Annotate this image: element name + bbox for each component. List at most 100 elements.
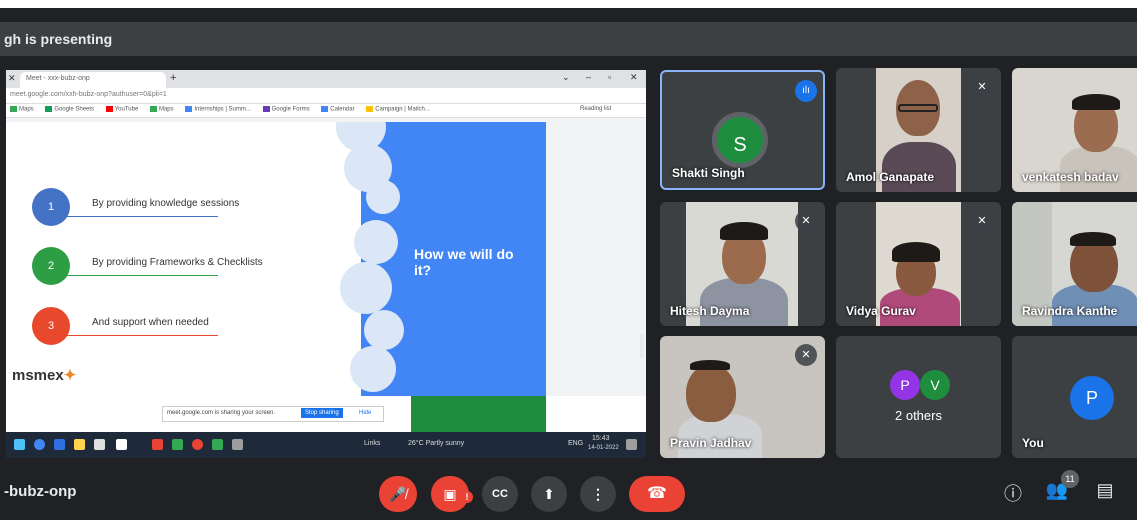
slide-bubble	[364, 310, 404, 350]
participant-name: Shakti Singh	[672, 166, 745, 180]
taskbar-app-icon[interactable]	[232, 439, 243, 450]
browser-tab-label: Meet - xxx-bubz-onp	[26, 75, 90, 82]
camera-off-icon: ▣	[443, 486, 457, 502]
info-icon[interactable]: ⓘ	[1000, 480, 1026, 506]
address-bar[interactable]: meet.google.com/xxh-bubz-onp?authuser=0&…	[6, 88, 646, 104]
person-body	[700, 278, 788, 326]
person-body	[882, 142, 956, 192]
end-call-button[interactable]: ☎	[629, 476, 685, 512]
participant-name: Pravin Jadhav	[670, 436, 752, 450]
more-options-button[interactable]: ⋮	[580, 476, 616, 512]
close-window-icon[interactable]: ✕	[630, 72, 638, 83]
item-number-2: 2	[32, 247, 70, 285]
slide-green-band	[411, 396, 546, 432]
person-hair	[690, 360, 730, 370]
others-tile[interactable]: P V 2 others	[836, 336, 1001, 458]
self-tile[interactable]: P You	[1012, 336, 1137, 458]
bookmark-item[interactable]: Maps	[149, 106, 174, 113]
present-button[interactable]: ⬆	[531, 476, 567, 512]
avatar: P	[1070, 376, 1114, 420]
item-number-3: 3	[32, 307, 70, 345]
bookmark-item[interactable]: Internships | Summ...	[185, 106, 251, 113]
bookmark-label: Campaign | Mailch...	[375, 106, 430, 113]
taskbar-app-icon[interactable]	[116, 439, 127, 450]
logo-text: msmex	[12, 367, 64, 384]
mic-off-icon: 🎤̸	[389, 486, 407, 502]
participant-name: Amol Ganapate	[846, 170, 935, 184]
participant-tile-pravin-jadhav[interactable]: ✕ Pravin Jadhav	[660, 336, 825, 458]
participant-tile-hitesh-dayma[interactable]: ✕ Hitesh Dayma	[660, 202, 825, 326]
participant-name: Ravindra Kanthe	[1022, 304, 1118, 318]
mic-off-icon: ✕	[971, 76, 993, 98]
chat-icon[interactable]: ▤	[1092, 480, 1118, 501]
reading-list[interactable]: Reading list	[580, 106, 611, 112]
new-tab-icon[interactable]: +	[170, 72, 176, 84]
resize-handle[interactable]	[640, 334, 644, 358]
mic-toggle-button[interactable]: 🎤̸	[379, 476, 417, 512]
taskbar-app-icon[interactable]	[94, 439, 105, 450]
slide-bubble	[350, 346, 396, 392]
person-body	[1060, 146, 1137, 192]
participant-tile-venkatesh-badav[interactable]: venkatesh badav	[1012, 68, 1137, 192]
taskbar-app-icon[interactable]	[172, 439, 183, 450]
windows-start-icon[interactable]	[14, 439, 25, 450]
participant-tile-shakti-singh[interactable]: S ılı Shakti Singh	[660, 70, 825, 190]
screen-share-notice: meet.google.com is sharing your screen. …	[162, 406, 384, 422]
bookmark-item[interactable]: Google Forms	[262, 106, 310, 113]
captions-button[interactable]: CC	[482, 476, 518, 512]
others-label: 2 others	[895, 408, 942, 423]
bookmarks-bar: Maps Google Sheets YouTube Maps Internsh…	[6, 104, 646, 118]
bookmark-item[interactable]: Calendar	[321, 106, 355, 113]
slide-bubble	[366, 180, 400, 214]
browser-tab-strip: ✕ Meet - xxx-bubz-onp + ⌄ – ▫ ✕	[6, 70, 646, 88]
taskbar-app-icon[interactable]	[54, 439, 65, 450]
participant-tile-amol-ganapate[interactable]: ✕ Amol Ganapate	[836, 68, 1001, 192]
taskbar-app-icon[interactable]	[212, 439, 223, 450]
mic-off-icon: ✕	[795, 344, 817, 366]
participant-tile-vidya-gurav[interactable]: ✕ Vidya Gurav	[836, 202, 1001, 326]
speaking-indicator-icon: ılı	[795, 80, 817, 102]
bookmark-label: Maps	[19, 106, 34, 113]
participant-name: You	[1022, 436, 1044, 450]
bookmark-item[interactable]: Maps	[10, 106, 34, 113]
avatar: V	[920, 370, 950, 400]
stop-sharing-button[interactable]: Stop sharing	[301, 408, 343, 418]
language-indicator[interactable]: ENG	[568, 440, 583, 447]
presenting-text: gh is presenting	[4, 31, 113, 47]
participant-name: Hitesh Dayma	[670, 304, 750, 318]
item-text-3: And support when needed	[92, 317, 209, 328]
weather-widget[interactable]: 26°C Partly sunny	[408, 440, 464, 447]
bookmark-item[interactable]: YouTube	[105, 106, 138, 113]
notification-icon[interactable]	[626, 439, 637, 450]
participant-name: venkatesh badav	[1022, 170, 1119, 184]
item-underline	[58, 275, 218, 276]
hide-button[interactable]: Hide	[359, 410, 371, 416]
slide-heading: How we will do it?	[414, 246, 514, 278]
chevron-down-icon[interactable]: ⌄	[562, 72, 570, 83]
close-tab-icon[interactable]: ✕	[8, 73, 16, 84]
person-head	[686, 364, 736, 422]
address-text: meet.google.com/xxh-bubz-onp?authuser=0&…	[10, 91, 167, 98]
taskbar-app-icon[interactable]	[152, 439, 163, 450]
folder-icon[interactable]	[74, 439, 85, 450]
bookmark-item[interactable]: Campaign | Mailch...	[366, 106, 430, 113]
slide-bubble	[354, 220, 398, 264]
glasses	[898, 104, 938, 112]
bookmark-item[interactable]: Google Sheets	[45, 106, 94, 113]
slide-bubble	[340, 262, 392, 314]
taskbar-search[interactable]: Links	[364, 440, 380, 447]
windows-taskbar: Links 26°C Partly sunny ENG 15:43 14-01-…	[6, 432, 646, 458]
end-call-icon: ☎	[647, 485, 667, 502]
maximize-icon[interactable]: ▫	[608, 72, 611, 82]
minimize-icon[interactable]: –	[586, 72, 591, 82]
captions-icon: CC	[492, 488, 508, 500]
taskbar-app-icon[interactable]	[192, 439, 203, 450]
browser-tab[interactable]: Meet - xxx-bubz-onp	[20, 72, 166, 88]
bookmark-label: Calendar	[330, 106, 355, 113]
person-hair	[1072, 94, 1120, 110]
bookmark-label: Google Sheets	[54, 106, 95, 113]
chrome-icon[interactable]	[34, 439, 45, 450]
clock-date: 14-01-2022	[588, 445, 619, 451]
participant-tile-ravindra-kanthe[interactable]: Ravindra Kanthe	[1012, 202, 1137, 326]
item-text-2: By providing Frameworks & Checklists	[92, 257, 263, 268]
